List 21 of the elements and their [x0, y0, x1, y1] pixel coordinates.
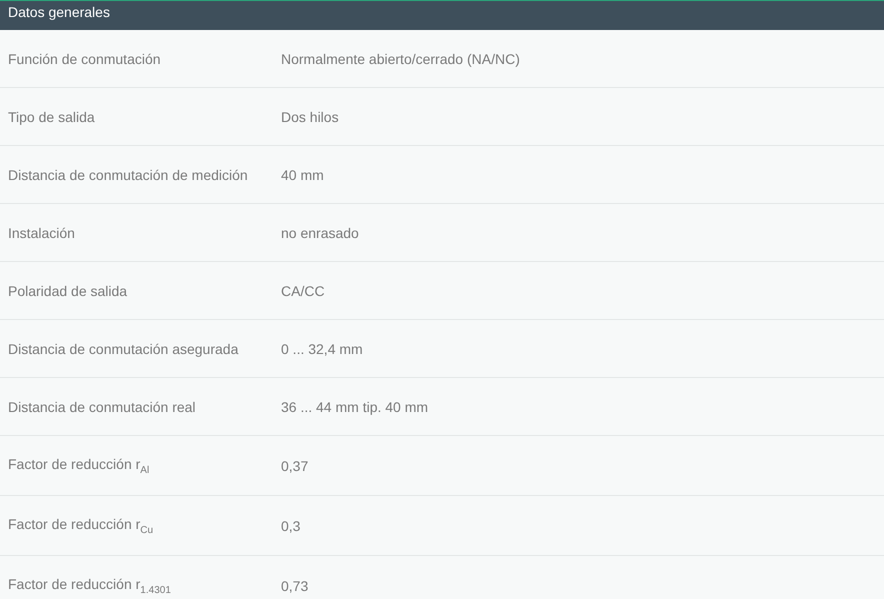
property-label: Factor de reducción r$_{Cu}$ — [7, 516, 154, 536]
property-value: 36 ... 44 mm tip. 40 mm — [281, 398, 428, 414]
property-value: 0 ... 32,4 mm — [281, 340, 363, 356]
property-value: 0,73 — [281, 578, 308, 594]
property-label: Tipo de salida — [7, 108, 96, 124]
property-label: Función de conmutación — [7, 50, 162, 66]
property-label: Instalación — [7, 224, 76, 240]
property-value: CA/CC — [281, 282, 325, 298]
property-value: 0,3 — [281, 518, 300, 534]
property-label: Distancia de conmutación de medición — [7, 166, 249, 182]
property-label: Factor de reducción r$_{1.4301}$ — [7, 576, 172, 596]
property-value: Normalmente abierto/cerrado (NA/NC) — [281, 50, 520, 66]
property-label: Distancia de conmutación real — [7, 398, 197, 414]
property-label: Distancia de conmutación asegurada — [7, 340, 240, 356]
property-label: Polaridad de salida — [7, 282, 128, 298]
property-value: no enrasado — [281, 224, 359, 240]
property-value: 40 mm — [281, 166, 324, 182]
property-value: Dos hilos — [281, 108, 339, 124]
property-label: Factor de reducción r$_{Al}$ — [7, 456, 150, 476]
section-title: Datos generales — [8, 4, 110, 20]
property-value: 0,37 — [281, 458, 308, 474]
